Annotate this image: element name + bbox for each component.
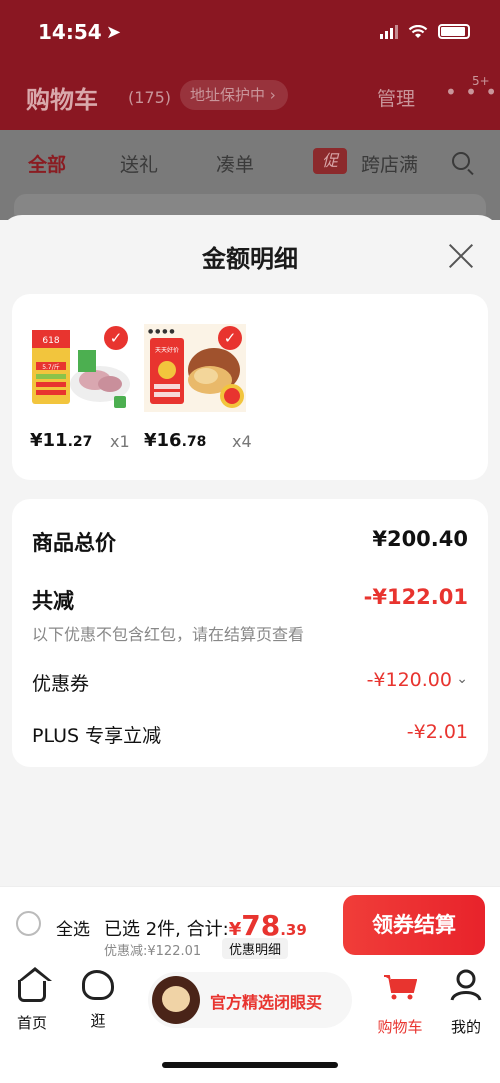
discount-details-button[interactable]: 优惠明细 (222, 938, 289, 959)
tab-cart[interactable]: 购物车 (370, 968, 430, 1037)
product-item[interactable]: ● ● ● ● 天天好价 ✓ ¥16.78 x4 (144, 324, 252, 451)
plus-discount-label: PLUS 专享立减 (32, 725, 162, 747)
profile-icon (450, 969, 482, 1001)
tab-all[interactable]: 全部 (28, 150, 66, 177)
total-amount: ¥78.39 (228, 909, 307, 942)
discount-summary: 优惠减:¥122.01 (104, 944, 202, 959)
page-title: 购物车 (26, 86, 98, 114)
manage-button[interactable]: 管理 (377, 84, 415, 111)
product-quantity: x1 (110, 432, 130, 451)
product-quantity: x4 (232, 432, 252, 451)
promo-tag: 促 (313, 148, 347, 174)
address-protection-pill[interactable]: 地址保护中 › (180, 80, 288, 110)
cart-count: (175) (128, 88, 172, 107)
selected-check-icon[interactable]: ✓ (218, 326, 242, 350)
tab-browse[interactable]: 逛 (68, 968, 128, 1031)
address-protection-label: 地址保护中 › (190, 86, 276, 104)
total-price-label: 商品总价 (32, 531, 116, 555)
promo-center-label: 官方精选闭眼买 (210, 993, 323, 1012)
select-all-checkbox[interactable] (16, 911, 41, 936)
product-thumbnail: 618 5.7/斤 ✓ (30, 324, 132, 412)
product-price-main: ¥11 (30, 430, 68, 451)
home-icon (18, 967, 52, 1002)
status-icons (380, 24, 470, 39)
amount-details-sheet: 金额明细 618 5.7/斤 ✓ ¥11.27 x1 ● ● ● ● 天天好价 … (0, 215, 500, 886)
tab-gift[interactable]: 送礼 (120, 150, 158, 177)
tab-cross-store[interactable]: 跨店满 (361, 150, 418, 177)
reduction-note: 以下优惠不包含红包，请在结算页查看 (32, 625, 305, 644)
search-icon[interactable] (452, 152, 470, 170)
browse-icon (82, 970, 114, 1000)
product-price: ¥16.78 (144, 430, 206, 451)
total-reduction-value: -¥122.01 (363, 585, 468, 609)
location-arrow-icon: ➤ (106, 22, 122, 43)
selected-count-text: 已选 2件, 合计: (104, 919, 229, 940)
status-time: 14:54 (38, 20, 102, 44)
checkout-button[interactable]: 领券结算 (343, 895, 485, 955)
cart-icon (384, 975, 418, 1000)
amount-decimal: .39 (280, 921, 307, 939)
product-thumbnail: ● ● ● ● 天天好价 ✓ (144, 324, 246, 412)
signal-icon (380, 24, 398, 39)
close-icon[interactable] (448, 243, 474, 269)
product-price-main: ¥16 (144, 430, 182, 451)
battery-icon (438, 24, 470, 39)
plus-discount-value: -¥2.01 (406, 721, 468, 743)
tab-bundle[interactable]: 凑单 (216, 150, 254, 177)
checkout-bar: 全选 已选 2件, 合计:¥78.39 优惠减:¥122.01 优惠明细 领券结… (0, 886, 500, 962)
product-item[interactable]: 618 5.7/斤 ✓ ¥11.27 x1 (30, 324, 132, 451)
coupon-label: 优惠券 (32, 673, 90, 695)
product-thumb-badge: 天天好价 (155, 346, 179, 354)
promo-center-button[interactable]: 官方精选闭眼买 (148, 972, 352, 1028)
selected-check-icon[interactable]: ✓ (104, 326, 128, 350)
product-thumb-badge: 618 (42, 336, 59, 346)
currency-symbol: ¥ (228, 919, 242, 940)
total-price-value: ¥200.40 (372, 527, 468, 551)
product-price-decimal: .78 (181, 434, 207, 450)
select-all-label[interactable]: 全选 (56, 915, 90, 940)
coupon-value: -¥120.00 (366, 669, 452, 691)
chevron-down-icon[interactable]: ⌄ (456, 671, 468, 687)
tab-me-label: 我的 (450, 1018, 481, 1036)
tab-me[interactable]: 我的 (436, 968, 496, 1037)
sheet-title: 金额明细 (202, 245, 298, 273)
total-reduction-label: 共减 (32, 589, 74, 613)
svg-text:● ● ● ●: ● ● ● ● (148, 328, 175, 335)
amount-details-card: 商品总价 ¥200.40 共减 -¥122.01 以下优惠不包含红包，请在结算页… (12, 499, 488, 767)
wifi-icon (408, 24, 428, 38)
status-bar: 14:54 ➤ (0, 0, 500, 62)
bottom-tab-bar: 首页 逛 官方精选闭眼买 购物车 我的 (0, 962, 500, 1083)
message-badge: 5+ (472, 74, 490, 88)
tab-home-label: 首页 (16, 1014, 47, 1032)
tab-home[interactable]: 首页 (2, 967, 62, 1033)
product-price-decimal: .27 (67, 434, 93, 450)
tab-cart-label: 购物车 (377, 1018, 423, 1036)
tab-browse-label: 逛 (90, 1012, 106, 1030)
mascot-avatar (152, 976, 200, 1024)
home-indicator (162, 1062, 338, 1068)
selected-products-card: 618 5.7/斤 ✓ ¥11.27 x1 ● ● ● ● 天天好价 ✓ ¥16… (12, 294, 488, 480)
product-thumb-note: 5.7/斤 (42, 363, 60, 371)
product-price: ¥11.27 (30, 430, 92, 451)
